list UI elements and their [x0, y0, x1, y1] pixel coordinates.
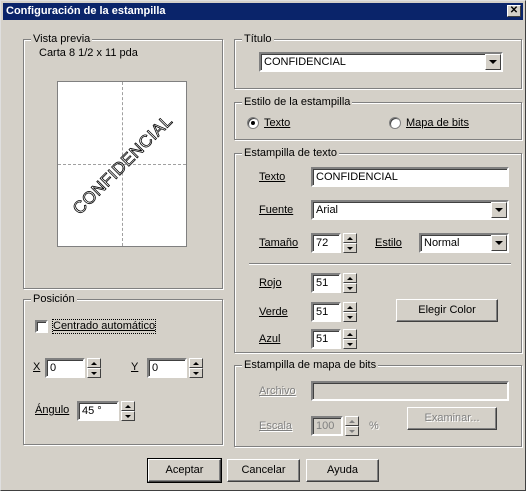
- help-button[interactable]: Ayuda: [306, 459, 379, 482]
- auto-center-label[interactable]: Centrado automático: [51, 319, 157, 334]
- x-spinner[interactable]: [87, 358, 101, 378]
- spin-up-icon[interactable]: [345, 416, 359, 426]
- font-select-value: Arial: [316, 204, 339, 216]
- chevron-down-icon[interactable]: [485, 54, 501, 70]
- chevron-down-icon[interactable]: [491, 235, 507, 251]
- paper-size-label: Carta 8 1/2 x 11 pda: [39, 47, 138, 59]
- text-style-label[interactable]: Texto: [264, 117, 290, 130]
- bitmap-style-radio[interactable]: [389, 117, 401, 129]
- x-input[interactable]: 0: [45, 358, 85, 378]
- green-input[interactable]: 51: [311, 302, 341, 322]
- scale-spinner[interactable]: [345, 416, 359, 436]
- position-legend: Posición: [31, 293, 77, 305]
- close-icon[interactable]: ✕: [507, 5, 521, 17]
- auto-center-checkbox[interactable]: [35, 320, 48, 333]
- spin-up-icon[interactable]: [343, 273, 357, 283]
- red-spinner[interactable]: [343, 273, 357, 293]
- file-label: Archivo: [259, 385, 296, 397]
- title-legend: Título: [242, 33, 274, 45]
- dialog-title: Configuración de la estampilla: [6, 5, 166, 17]
- spin-down-icon[interactable]: [343, 339, 357, 349]
- size-spinner[interactable]: [343, 233, 357, 253]
- spin-down-icon[interactable]: [343, 312, 357, 322]
- text-stamp-legend: Estampilla de texto: [242, 147, 339, 159]
- separator: [249, 263, 511, 265]
- text-style-radio[interactable]: [247, 117, 259, 129]
- stamp-settings-dialog: Configuración de la estampilla ✕ Vista p…: [0, 0, 526, 491]
- green-spinner[interactable]: [343, 302, 357, 322]
- bitmap-stamp-group: Estampilla de mapa de bits: [234, 359, 522, 447]
- y-spinner[interactable]: [189, 358, 203, 378]
- chevron-down-icon[interactable]: [491, 202, 507, 218]
- title-bar[interactable]: Configuración de la estampilla ✕: [3, 3, 523, 20]
- spin-up-icon[interactable]: [87, 358, 101, 368]
- y-label: Y: [131, 361, 139, 373]
- spin-down-icon[interactable]: [87, 368, 101, 378]
- style-label: Estilo: [375, 237, 402, 249]
- spin-up-icon[interactable]: [189, 358, 203, 368]
- preview-legend: Vista previa: [31, 33, 93, 45]
- blue-label: Azul: [259, 333, 281, 345]
- preview-page: CONFIDENCIAL: [57, 81, 187, 247]
- preview-stamp-text: CONFIDENCIAL: [69, 111, 177, 219]
- style-select[interactable]: Normal: [419, 233, 509, 253]
- spin-up-icon[interactable]: [343, 233, 357, 243]
- bitmap-stamp-legend: Estampilla de mapa de bits: [242, 359, 379, 371]
- title-select-value: CONFIDENCIAL: [264, 56, 346, 68]
- choose-color-button[interactable]: Elegir Color: [396, 299, 498, 322]
- cancel-button[interactable]: Cancelar: [227, 459, 300, 482]
- style-select-value: Normal: [424, 237, 460, 249]
- spin-up-icon[interactable]: [343, 302, 357, 312]
- text-label: Texto: [259, 171, 286, 183]
- scale-input[interactable]: 100: [311, 416, 343, 436]
- spin-down-icon[interactable]: [343, 283, 357, 293]
- spin-down-icon[interactable]: [121, 411, 135, 421]
- title-select[interactable]: CONFIDENCIAL: [259, 52, 503, 72]
- y-input[interactable]: 0: [147, 358, 187, 378]
- size-label: Tamaño: [259, 237, 299, 249]
- stamp-text-input[interactable]: CONFIDENCIAL: [311, 167, 509, 187]
- spin-down-icon[interactable]: [189, 368, 203, 378]
- x-label: X: [33, 361, 41, 373]
- ok-button[interactable]: Aceptar: [147, 458, 222, 483]
- angle-input[interactable]: 45 °: [77, 401, 119, 421]
- blue-spinner[interactable]: [343, 329, 357, 349]
- red-input[interactable]: 51: [311, 273, 341, 293]
- radio-selected-dot: [251, 121, 255, 125]
- size-input[interactable]: 72: [311, 233, 341, 253]
- spin-down-icon[interactable]: [345, 426, 359, 436]
- angle-spinner[interactable]: [121, 401, 135, 421]
- green-label: Verde: [259, 306, 288, 318]
- spin-up-icon[interactable]: [343, 329, 357, 339]
- font-label: Fuente: [259, 204, 294, 216]
- spin-down-icon[interactable]: [343, 243, 357, 253]
- stamp-style-legend: Estilo de la estampilla: [242, 96, 353, 108]
- angle-label: Ángulo: [35, 404, 70, 416]
- file-input[interactable]: [311, 381, 509, 401]
- scale-label: Escala: [259, 420, 293, 432]
- scale-unit: %: [369, 420, 379, 432]
- bitmap-style-label[interactable]: Mapa de bits: [406, 117, 469, 130]
- font-select[interactable]: Arial: [311, 200, 509, 220]
- blue-input[interactable]: 51: [311, 329, 341, 349]
- red-label: Rojo: [259, 277, 282, 289]
- spin-up-icon[interactable]: [121, 401, 135, 411]
- browse-button[interactable]: Examinar...: [407, 407, 497, 430]
